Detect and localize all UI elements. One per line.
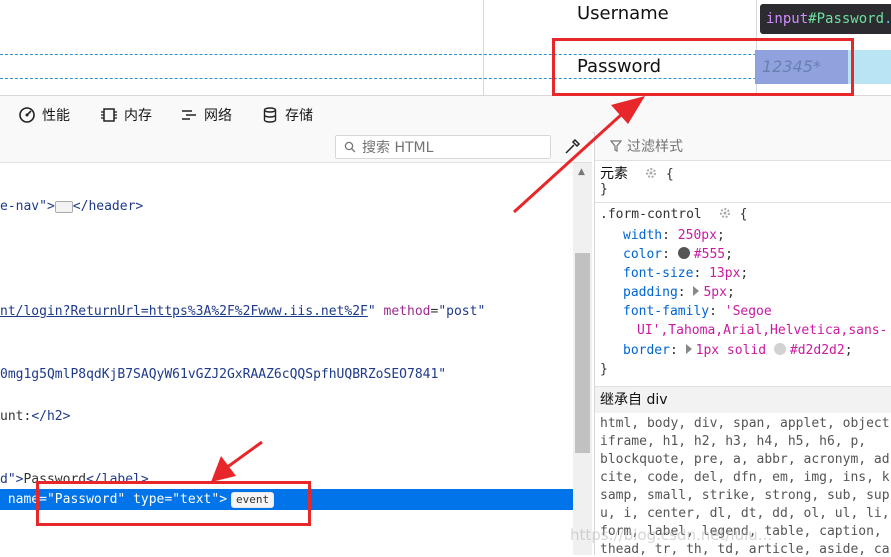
markup-node[interactable]: 0mg1g5QmlP8qdKjB7SAQyW61vGZJ2GxRAAZ6cQQS… <box>0 365 446 384</box>
performance-icon <box>19 107 35 123</box>
prop-value: #d2d2d2 <box>789 343 845 358</box>
inherited-selector-line: blockquote, pre, a, abbr, acronym, ad <box>600 452 890 467</box>
prop-name: font-size <box>623 266 694 281</box>
declaration-font-size[interactable]: font-size: 13px; <box>623 266 748 281</box>
prop-value: 'Segoe <box>724 304 772 319</box>
attr-link[interactable]: nt/login?ReturnUrl=https%3A%2F%2Fwww.iis… <box>0 304 368 319</box>
prop-name: width <box>623 228 663 243</box>
infobar-tag: input <box>766 11 809 27</box>
prop-name: padding <box>623 285 678 300</box>
prop-value: 5px <box>703 285 727 300</box>
annotation-box-selected-node <box>36 481 311 526</box>
tab-label: 性能 <box>42 108 70 124</box>
declaration-border[interactable]: border: 1px solid #d2d2d2; <box>623 343 853 358</box>
inherited-selector-line: u, i, center, dl, dt, dd, ol, ul, li, <box>600 506 890 521</box>
gear-icon[interactable] <box>644 166 658 180</box>
rules-pane: 过滤样式 元素 { } .form-control { width: 250px… <box>594 132 891 557</box>
prop-value: #555 <box>693 247 726 262</box>
prop-name: font-family <box>623 304 710 319</box>
attr-value: "post" <box>438 304 486 319</box>
inherited-label: 继承自 div <box>600 392 668 408</box>
scrollbar-thumb[interactable] <box>575 253 590 453</box>
rule-selector[interactable]: .form-control <box>600 207 702 222</box>
markup-node[interactable]: nt/login?ReturnUrl=https%3A%2F%2Fwww.iis… <box>0 302 485 321</box>
tab-network[interactable]: 网络 <box>180 104 232 126</box>
prop-value: 1px solid <box>695 343 767 358</box>
expand-arrow-icon[interactable] <box>685 344 692 354</box>
scroll-up-arrow-icon[interactable]: ▲ <box>578 167 585 177</box>
storage-icon <box>263 107 277 123</box>
watermark: https://blog.csdn.net/lulu... <box>570 526 773 544</box>
gear-icon[interactable] <box>718 206 732 220</box>
declaration-color[interactable]: color: #555; <box>623 247 733 262</box>
declaration-padding[interactable]: padding: 5px; <box>623 285 735 300</box>
inherited-selector-line: html, body, div, span, applet, object <box>600 416 890 431</box>
declaration-font-family-cont: UI',Tahoma,Arial,Helvetica,sans- <box>637 323 887 338</box>
column-divider <box>483 0 484 95</box>
element-label: 元素 <box>600 166 628 182</box>
rule-divider <box>595 202 891 203</box>
infobar-id: #Password <box>808 11 885 27</box>
color-swatch-icon[interactable] <box>677 247 690 259</box>
inherited-selector-line: samp, small, strike, strong, sub, sup <box>600 488 890 503</box>
attr-name: method <box>383 304 431 319</box>
tab-memory[interactable]: 内存 <box>100 104 152 126</box>
tab-label: 存储 <box>285 108 313 124</box>
tab-performance[interactable]: 性能 <box>18 104 70 126</box>
expand-arrow-icon[interactable] <box>693 286 700 296</box>
collapsed-ellipsis-icon[interactable] <box>54 200 73 213</box>
rule-close-brace: } <box>600 362 608 377</box>
markup-scrollbar[interactable]: ▲ <box>573 163 592 555</box>
element-rule-header: 元素 { <box>600 166 674 182</box>
declaration-width[interactable]: width: 250px; <box>623 228 725 243</box>
tab-storage[interactable]: 存储 <box>261 104 313 126</box>
attr-name: name <box>7 492 40 507</box>
memory-icon <box>101 108 117 122</box>
network-icon <box>182 110 196 120</box>
prop-name: color <box>623 247 663 262</box>
prop-value: 250px <box>677 228 717 243</box>
username-label: Username <box>577 3 669 24</box>
search-html-input[interactable]: 搜索 HTML <box>335 135 551 159</box>
attr-value: e-nav" <box>0 199 47 214</box>
tab-label: 网络 <box>204 108 232 124</box>
inherited-section-header: 继承自 div <box>595 386 891 413</box>
search-icon <box>344 141 356 153</box>
closing-tag: </header> <box>72 199 144 214</box>
element-highlighter-infobar: input#Password.fo <box>760 4 891 34</box>
rule-close-brace: } <box>600 182 608 197</box>
attr-value: 0mg1g5QmlP8qdKjB7SAQyW61vGZJ2GxRAAZ6cQQS… <box>0 367 447 382</box>
filter-styles-input[interactable]: 过滤样式 <box>595 132 891 161</box>
devtools-tabbar: 性能 内存 网络 存储 <box>0 95 891 133</box>
closing-tag: </h2> <box>31 409 71 424</box>
inherited-selector-line: cite, code, del, dfn, em, img, ins, k <box>600 470 890 485</box>
annotation-box-password-field <box>552 38 854 96</box>
prop-value: UI',Tahoma,Arial,Helvetica,sans- <box>637 323 888 338</box>
inspector-toolbar: 搜索 HTML <box>0 132 592 163</box>
rule-selector-line: .form-control { <box>600 206 748 222</box>
color-swatch-icon[interactable] <box>773 343 786 355</box>
markup-node[interactable]: e-nav"> </header> <box>0 197 143 216</box>
prop-value: 13px <box>709 266 741 281</box>
infobar-class: .fo <box>884 11 891 27</box>
declaration-font-family[interactable]: font-family: 'Segoe <box>623 304 772 319</box>
markup-node[interactable]: unt:</h2> <box>0 407 70 426</box>
eyedropper-icon[interactable] <box>563 138 581 156</box>
inherited-selector-line: iframe, h1, h2, h3, h4, h5, h6, p, <box>600 434 867 449</box>
prop-name: border <box>623 343 670 358</box>
attr-value: d" <box>0 472 16 487</box>
search-placeholder: 搜索 HTML <box>362 140 434 156</box>
filter-placeholder: 过滤样式 <box>627 139 683 155</box>
filter-icon <box>609 140 623 152</box>
text-node: unt: <box>0 409 32 424</box>
tab-label: 内存 <box>124 108 152 124</box>
